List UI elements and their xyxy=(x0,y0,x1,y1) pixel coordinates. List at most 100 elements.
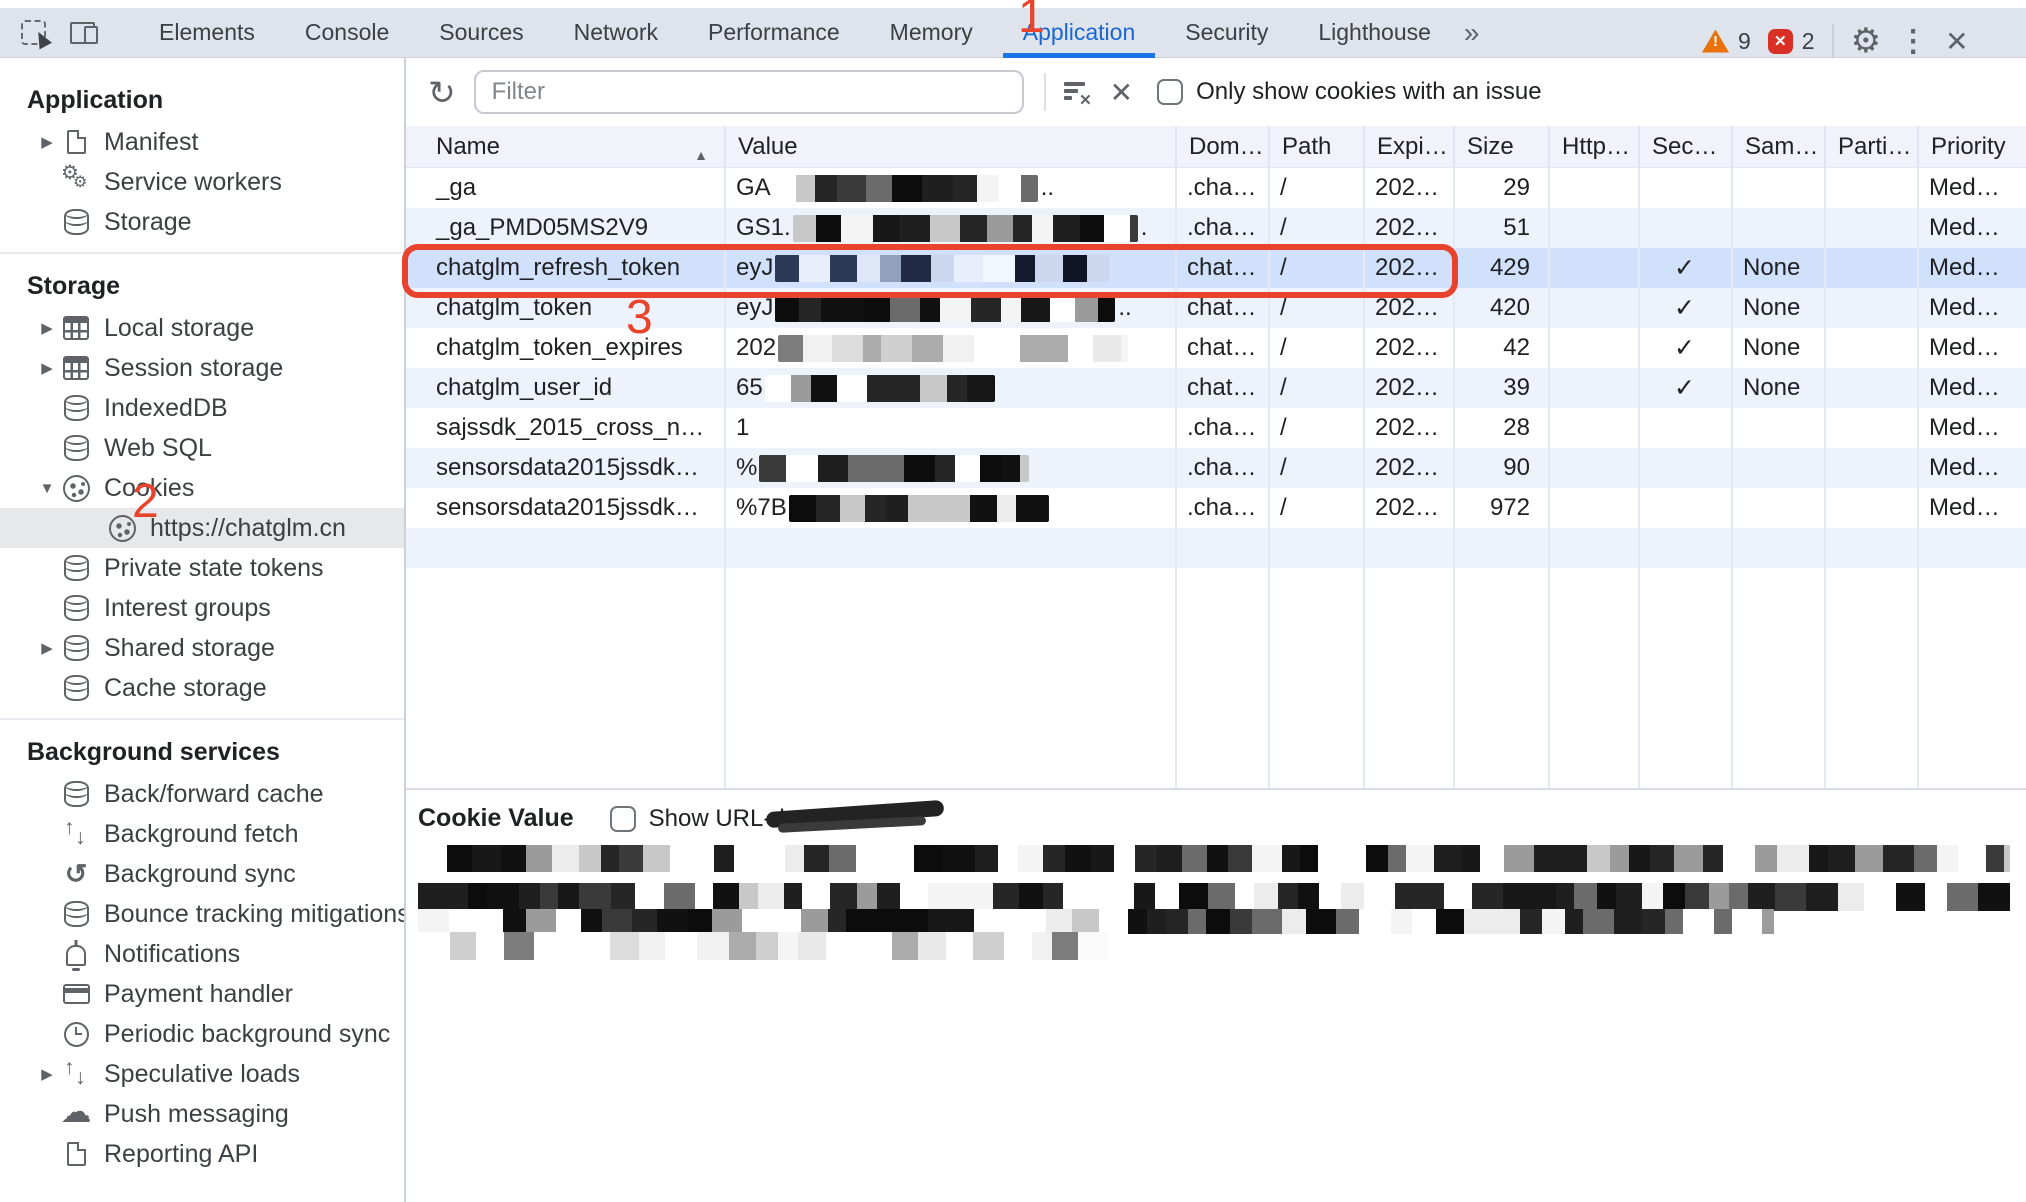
tab-network[interactable]: Network xyxy=(549,8,683,58)
column-header-parti[interactable]: Parti… xyxy=(1824,126,1917,167)
refresh-icon[interactable] xyxy=(428,76,456,109)
sidebar-item-storage[interactable]: Storage xyxy=(0,202,404,242)
column-header-sec[interactable]: Sec… xyxy=(1638,126,1731,167)
cookie-row-sajssdk-2015-cross-n[interactable]: sajssdk_2015_cross_n… 1 .cha… / 202… 28 … xyxy=(406,408,2026,448)
sync-icon xyxy=(62,859,90,889)
sidebar-item-notifications[interactable]: Notifications xyxy=(0,934,404,974)
sidebar-item-session-storage[interactable]: ▶ Session storage xyxy=(0,348,404,388)
cookie-row-ga[interactable]: _ga GA .. .cha… / 202… 29 Med… xyxy=(406,168,2026,208)
mosaic-block xyxy=(1278,883,1298,911)
more-tabs-icon[interactable]: » xyxy=(1464,17,1480,49)
mosaic-block xyxy=(785,845,804,872)
sidebar-item-local-storage[interactable]: ▶ Local storage xyxy=(0,308,404,348)
cookie-row-ga-pmd05ms2v9[interactable]: _ga_PMD05MS2V9 GS1. . .cha… / 202… 51 Me… xyxy=(406,208,2026,248)
tab-elements[interactable]: Elements xyxy=(134,8,280,58)
error-icon[interactable] xyxy=(1768,29,1793,54)
cookie-partitioned-cell xyxy=(1824,408,1917,448)
mosaic-block xyxy=(1015,255,1035,282)
sidebar-item-service-workers[interactable]: Service workers xyxy=(0,162,404,202)
mosaic-block xyxy=(843,295,864,322)
column-header-priority[interactable]: Priority xyxy=(1917,126,2026,167)
cookie-row-chatglm-token-expires[interactable]: chatglm_token_expires 202 chat… / 202… 4… xyxy=(406,328,2026,368)
sidebar-item-cache-storage[interactable]: Cache storage xyxy=(0,668,404,708)
sidebar-item-reporting-api[interactable]: Reporting API xyxy=(0,1134,404,1174)
tab-lighthouse[interactable]: Lighthouse xyxy=(1293,8,1456,58)
expander-icon[interactable]: ▶ xyxy=(36,1065,58,1083)
tab-sources[interactable]: Sources xyxy=(414,8,548,58)
cookie-httponly-cell xyxy=(1548,368,1638,408)
cookie-row-chatglm-token[interactable]: chatglm_token eyJ .. chat… / 202… 420 ✓ … xyxy=(406,288,2026,328)
column-header-dom[interactable]: Dom… xyxy=(1175,126,1268,167)
column-header-path[interactable]: Path xyxy=(1268,126,1363,167)
empty-row[interactable] xyxy=(406,528,2026,568)
sidebar-item-indexeddb[interactable]: IndexedDB xyxy=(0,388,404,428)
sidebar-item-back-forward-cache[interactable]: Back/forward cache xyxy=(0,774,404,814)
tab-memory[interactable]: Memory xyxy=(865,8,998,58)
mosaic-block xyxy=(581,909,602,934)
tab-console[interactable]: Console xyxy=(280,8,414,58)
settings-gear-icon[interactable] xyxy=(1851,21,1881,61)
sidebar-item-private-state-tokens[interactable]: Private state tokens xyxy=(0,548,404,588)
mosaic-block xyxy=(844,932,863,960)
sidebar-item-interest-groups[interactable]: Interest groups xyxy=(0,588,404,628)
delete-all-cookies-icon[interactable] xyxy=(1110,76,1133,109)
column-header-value[interactable]: Value xyxy=(724,126,1175,167)
sidebar-item-background-sync[interactable]: Background sync xyxy=(0,854,404,894)
mosaic-block xyxy=(1104,215,1130,242)
mosaic-block xyxy=(953,175,977,202)
issue-filter-checkbox[interactable] xyxy=(1157,79,1183,105)
tab-security[interactable]: Security xyxy=(1160,8,1293,58)
redacted-value xyxy=(759,455,1029,482)
mosaic-block xyxy=(1504,845,1534,872)
clear-filter-icon[interactable] xyxy=(1062,79,1090,105)
mosaic-block xyxy=(1391,909,1412,934)
column-header-sam[interactable]: Sam… xyxy=(1731,126,1824,167)
sidebar-item-https-chatglm-cn[interactable]: https://chatglm.cn xyxy=(0,508,404,548)
mosaic-block xyxy=(1958,845,1986,872)
expander-icon[interactable]: ▶ xyxy=(36,639,58,657)
mosaic-block xyxy=(974,335,992,362)
tab-performance[interactable]: Performance xyxy=(683,8,865,58)
expander-icon[interactable]: ▶ xyxy=(36,319,58,337)
column-header-http[interactable]: Http… xyxy=(1548,126,1638,167)
sidebar-item-periodic-background-sync[interactable]: Periodic background sync xyxy=(0,1014,404,1054)
sidebar-item-cookies[interactable]: ▼ Cookies xyxy=(0,468,404,508)
mosaic-block xyxy=(935,455,955,482)
close-devtools-icon[interactable] xyxy=(1945,25,1968,58)
url-decoded-checkbox[interactable] xyxy=(610,806,636,832)
sidebar-item-shared-storage[interactable]: ▶ Shared storage xyxy=(0,628,404,668)
more-options-icon[interactable] xyxy=(1898,24,1928,59)
bell-icon xyxy=(66,945,86,966)
inspect-element-icon[interactable] xyxy=(21,20,46,45)
mosaic-block xyxy=(873,215,899,242)
device-toolbar-icon[interactable] xyxy=(70,22,98,44)
column-header-size[interactable]: Size xyxy=(1453,126,1548,167)
cookie-row-chatglm-refresh-token[interactable]: chatglm_refresh_token eyJ chat… / 202… 4… xyxy=(406,248,2026,288)
mosaic-block xyxy=(1063,255,1087,282)
cookie-row-sensorsdata2015jssdk[interactable]: sensorsdata2015jssdk… % .cha… / 202… 90 … xyxy=(406,448,2026,488)
filter-input[interactable] xyxy=(474,70,1024,114)
mosaic-block xyxy=(791,375,811,402)
expander-icon[interactable]: ▶ xyxy=(36,359,58,377)
sidebar-item-payment-handler[interactable]: Payment handler xyxy=(0,974,404,1014)
mosaic-block xyxy=(908,495,939,522)
cookie-secure-cell xyxy=(1638,528,1731,568)
tab-application[interactable]: Application xyxy=(998,8,1161,58)
sidebar-item-speculative-loads[interactable]: ▶ Speculative loads xyxy=(0,1054,404,1094)
mosaic-block xyxy=(1341,883,1364,911)
sidebar-item-label: https://chatglm.cn xyxy=(150,514,346,543)
sidebar-item-web-sql[interactable]: Web SQL xyxy=(0,428,404,468)
column-header-expi[interactable]: Expi… xyxy=(1363,126,1453,167)
warning-icon[interactable] xyxy=(1702,30,1729,53)
sidebar-item-background-fetch[interactable]: Background fetch xyxy=(0,814,404,854)
sidebar-item-manifest[interactable]: ▶ Manifest xyxy=(0,122,404,162)
cookie-row-sensorsdata2015jssdk[interactable]: sensorsdata2015jssdk… %7B .cha… / 202… 9… xyxy=(406,488,2026,528)
mosaic-block xyxy=(815,175,837,202)
column-header-name[interactable]: Name xyxy=(406,126,724,167)
sidebar-item-bounce-tracking-mitigations[interactable]: Bounce tracking mitigations xyxy=(0,894,404,934)
expander-icon[interactable]: ▶ xyxy=(36,133,58,151)
expander-icon[interactable]: ▼ xyxy=(36,480,58,497)
cookie-partitioned-cell xyxy=(1824,208,1917,248)
cookie-row-chatglm-user-id[interactable]: chatglm_user_id 65 chat… / 202… 39 ✓ Non… xyxy=(406,368,2026,408)
sidebar-item-push-messaging[interactable]: Push messaging xyxy=(0,1094,404,1134)
